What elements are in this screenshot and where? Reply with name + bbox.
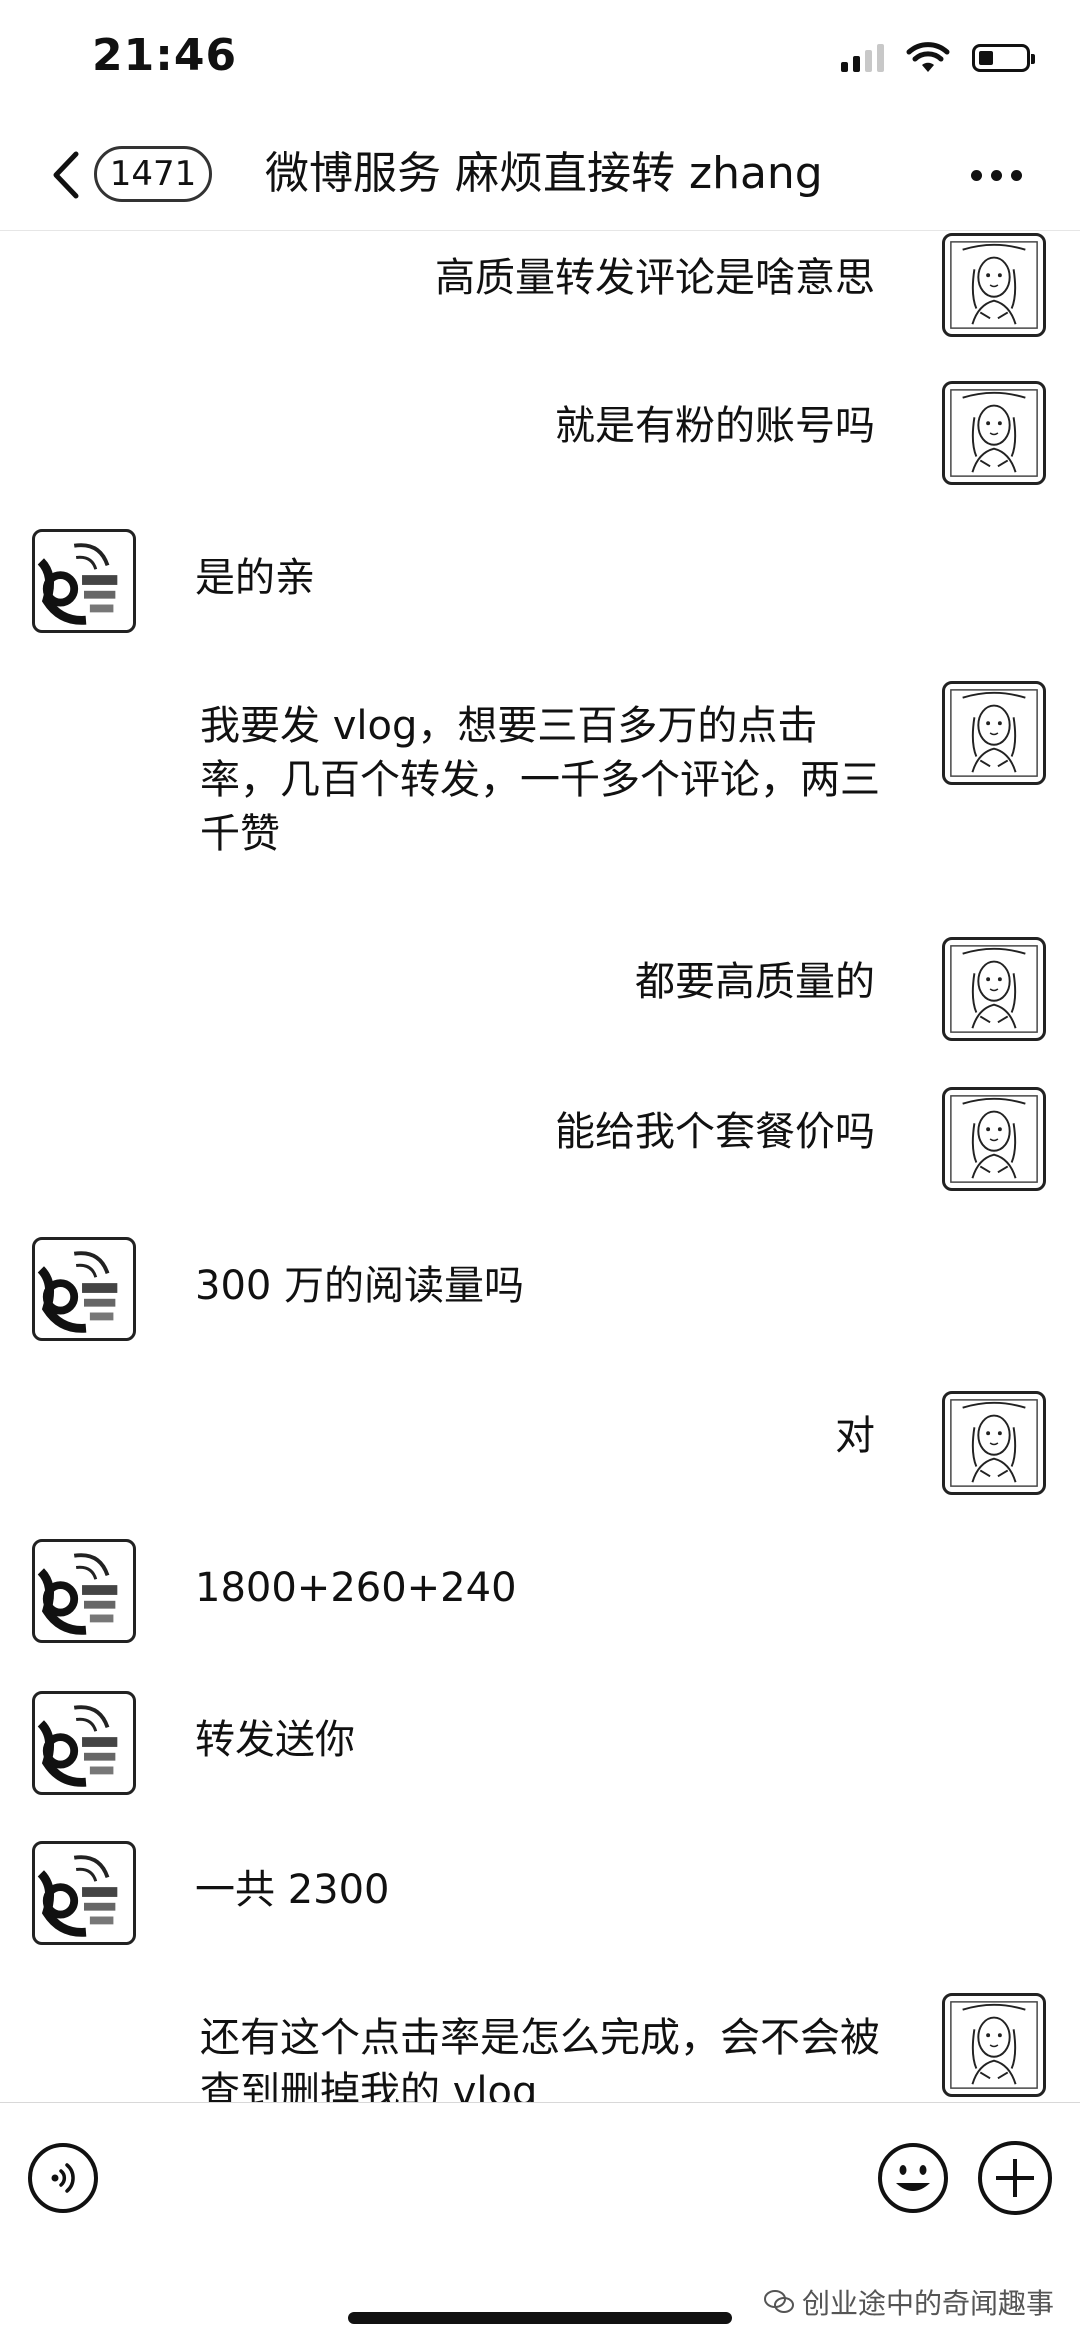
nav-bar: 1471 微博服务 麻烦直接转 zhang — [0, 120, 1080, 231]
message-text: 300 万的阅读量吗 — [195, 1263, 525, 1309]
status-icons — [841, 42, 1035, 74]
watermark: 创业途中的奇闻趣事 — [763, 2282, 1054, 2322]
message-text: 对 — [835, 1413, 875, 1459]
message-text: 高质量转发评论是啥意思 — [435, 255, 875, 301]
voice-icon[interactable] — [28, 2143, 98, 2213]
wechat-icon — [763, 2290, 794, 2313]
message-text: 1800+260+240 — [195, 1565, 517, 1611]
wifi-icon — [906, 42, 950, 72]
status-time: 21:46 — [92, 30, 238, 81]
chat-title: 微博服务 麻烦直接转 zhang — [265, 148, 823, 199]
user-avatar[interactable] — [942, 233, 1046, 337]
user-avatar[interactable] — [942, 681, 1046, 785]
message-list[interactable]: 高质量转发评论是啥意思 就是有粉的账号吗 是的亲 我要发 vlog，想要三百多万… — [0, 231, 1080, 2102]
message-text: 就是有粉的账号吗 — [555, 403, 875, 449]
home-indicator[interactable] — [348, 2312, 732, 2324]
status-bar: 21:46 — [0, 0, 1080, 120]
message-text: 都要高质量的 — [635, 959, 875, 1005]
input-bar — [0, 2102, 1080, 2263]
message-text: 是的亲 — [195, 555, 315, 601]
message-text: 我要发 vlog，想要三百多万的点击率，几百个转发，一千多个评论，两三千赞 — [200, 703, 880, 857]
chat-screen: 21:46 1471 微博服务 麻烦直接转 zhang 高质量转发评论是啥意思 … — [0, 0, 1080, 2337]
more-icon[interactable] — [971, 170, 1022, 181]
message-text: 能给我个套餐价吗 — [555, 1109, 875, 1155]
chevron-left-icon[interactable] — [48, 148, 84, 202]
unread-count-badge[interactable]: 1471 — [94, 146, 212, 202]
message-text: 一共 2300 — [195, 1867, 390, 1913]
user-avatar[interactable] — [942, 1087, 1046, 1191]
service-avatar[interactable] — [32, 529, 136, 633]
plus-icon[interactable] — [978, 2141, 1052, 2215]
signal-icon — [841, 44, 884, 72]
user-avatar[interactable] — [942, 1993, 1046, 2097]
emoji-icon[interactable] — [876, 2141, 950, 2215]
service-avatar[interactable] — [32, 1691, 136, 1795]
watermark-text: 创业途中的奇闻趣事 — [801, 2287, 1054, 2320]
user-avatar[interactable] — [942, 937, 1046, 1041]
user-avatar[interactable] — [942, 1391, 1046, 1495]
message-text: 还有这个点击率是怎么完成，会不会被查到删掉我的 vlog — [200, 2015, 880, 2102]
service-avatar[interactable] — [32, 1841, 136, 1945]
service-avatar[interactable] — [32, 1539, 136, 1643]
message-text: 转发送你 — [195, 1717, 355, 1763]
service-avatar[interactable] — [32, 1237, 136, 1341]
user-avatar[interactable] — [942, 381, 1046, 485]
battery-icon — [972, 44, 1035, 72]
